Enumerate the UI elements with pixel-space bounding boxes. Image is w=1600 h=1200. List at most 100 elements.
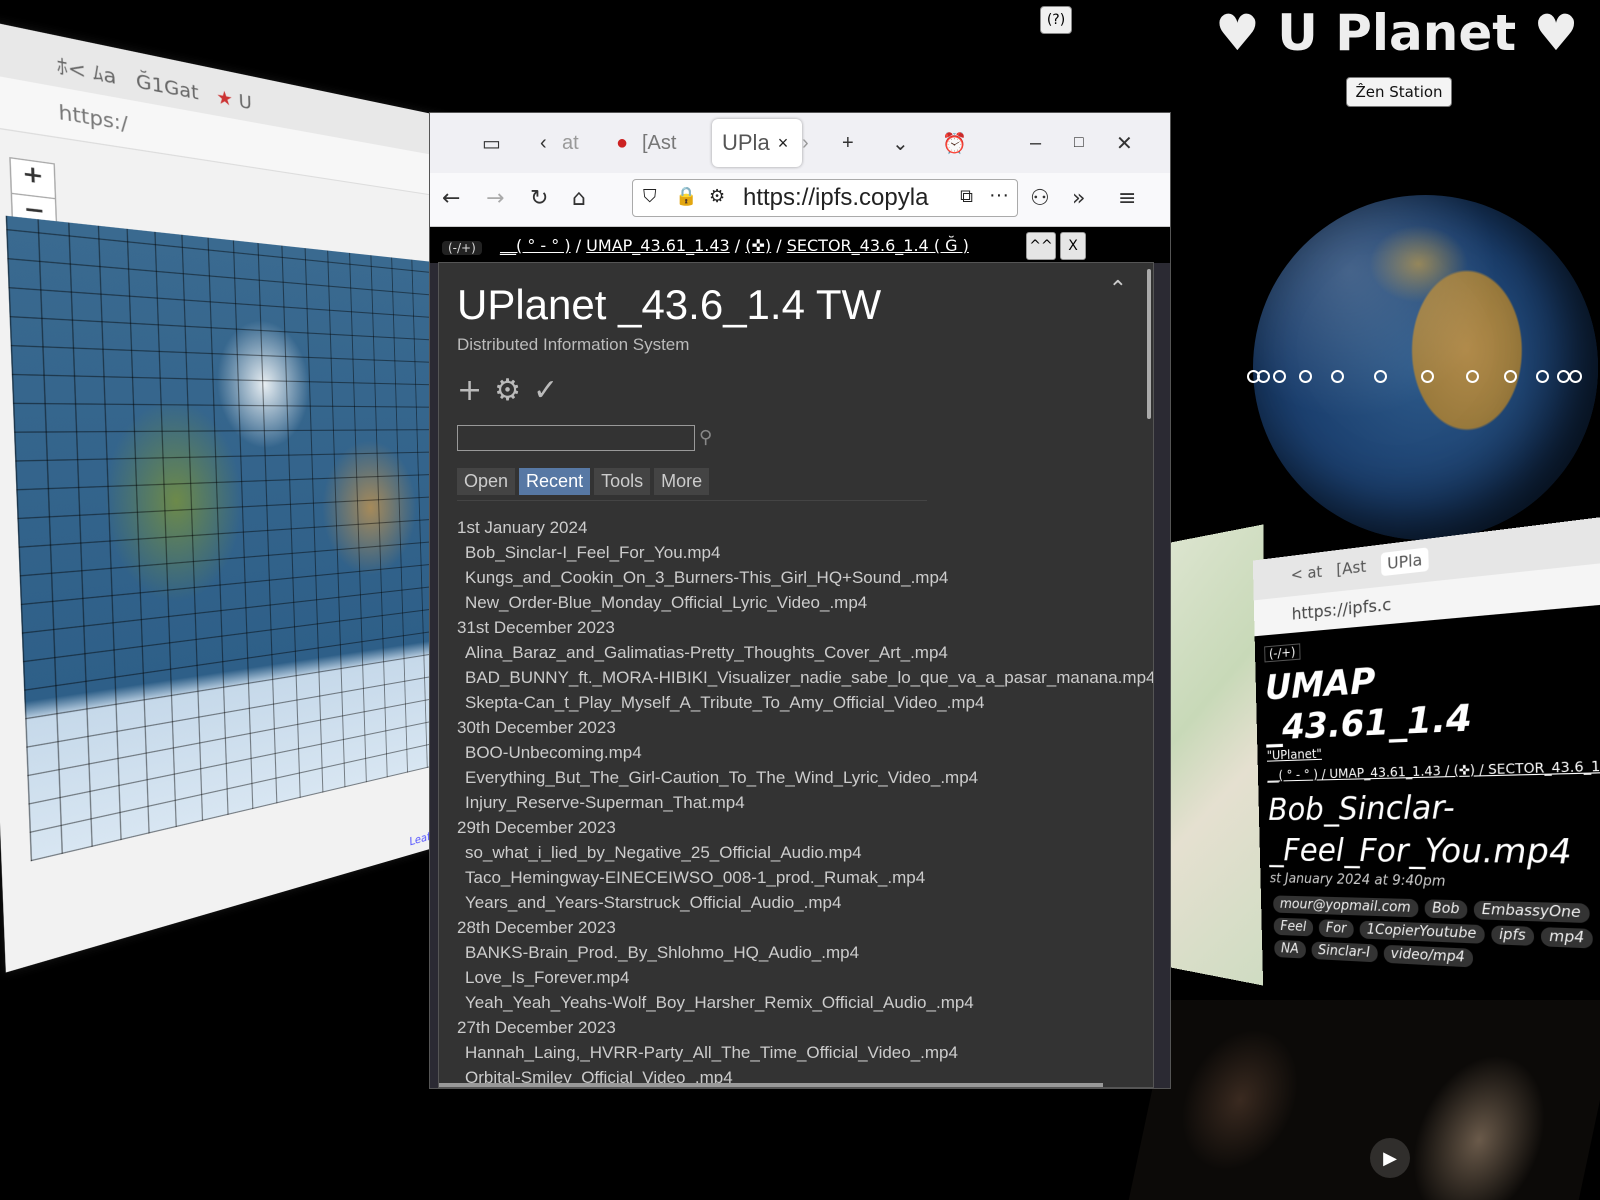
recent-date-heading: 30th December 2023 (457, 718, 616, 737)
tag-pill[interactable]: mp4 (1540, 927, 1594, 949)
recent-item-link[interactable]: Everything_But_The_Girl-Caution_To_The_W… (457, 765, 1153, 790)
play-icon[interactable]: ▶ (1370, 1138, 1410, 1178)
search-icon[interactable]: ⚲ (699, 427, 712, 448)
breadcrumb-sector[interactable]: SECTOR_43.6_1.4 ( Ğ ) (787, 236, 969, 255)
right-tab-b[interactable]: [Ast (1336, 557, 1366, 579)
permissions-icon[interactable]: ⚙ (709, 186, 725, 207)
left-tab-1[interactable]: ﾎ< ﾑa (56, 53, 116, 89)
shield-icon[interactable]: ⛉ (643, 186, 657, 207)
tab-overview-icon[interactable]: ▭ (482, 129, 501, 157)
maximize-icon[interactable]: □ (1074, 129, 1084, 157)
recent-item-link[interactable]: Injury_Reserve-Superman_That.mp4 (457, 790, 1153, 815)
new-tab-icon[interactable]: + (842, 129, 854, 157)
orbit-dot[interactable] (1569, 370, 1582, 383)
extensions-icon[interactable]: ⚇ (1030, 186, 1050, 211)
recent-item-link[interactable]: Skepta-Can_t_Play_Myself_A_Tribute_To_Am… (457, 690, 1153, 715)
video-preview[interactable] (1128, 1000, 1600, 1200)
left-tab-3[interactable]: ★ (216, 85, 239, 112)
recent-item-link[interactable]: Taco_Hemingway-EINECEIWSO_008-1_prod._Ru… (457, 865, 1153, 890)
orbit-dot[interactable] (1536, 370, 1549, 383)
close-overlay-button[interactable]: X (1060, 232, 1086, 260)
tab-ast[interactable]: [Ast (642, 129, 676, 157)
menu-icon[interactable]: ≡ (1118, 186, 1136, 211)
recent-item-link[interactable]: so_what_i_lied_by_Negative_25_Official_A… (457, 840, 1153, 865)
orbit-dot[interactable] (1331, 370, 1344, 383)
page-actions-icon[interactable]: ··· (989, 184, 1009, 207)
close-tab-icon[interactable]: × (778, 133, 789, 154)
orbit-dot[interactable] (1466, 370, 1479, 383)
tag-pill[interactable]: Bob (1424, 899, 1468, 920)
zen-station-button[interactable]: Ẑen Station (1346, 77, 1452, 107)
tab-scroll-left-icon[interactable]: ‹ (540, 129, 547, 157)
save-status-icon[interactable]: ✓ (533, 373, 558, 408)
recent-item-link[interactable]: Bob_Sinclar-I_Feel_For_You.mp4 (457, 540, 1153, 565)
tag-pill[interactable]: mour@yopmail.com (1273, 895, 1419, 918)
tab-scroll-right-icon[interactable]: › (802, 129, 809, 157)
horizontal-scrollbar[interactable] (439, 1083, 1103, 1087)
site-title: UPlanet _43.6_1.4 TW (457, 281, 882, 328)
reload-icon[interactable]: ↻ (530, 186, 548, 211)
breadcrumb-cross[interactable]: (✜) (745, 236, 771, 255)
recent-item-link[interactable]: Years_and_Years-Starstruck_Official_Audi… (457, 890, 1153, 915)
list-tabs-icon[interactable]: ⌄ (892, 129, 909, 157)
breadcrumb-umap[interactable]: UMAP_43.61_1.43 (586, 236, 730, 255)
right-tab-a[interactable]: < at (1291, 562, 1323, 584)
recent-item-link[interactable]: BANKS-Brain_Prod._By_Shlohmo_HQ_Audio_.m… (457, 940, 1153, 965)
right-window-breadcrumb[interactable]: __( ° - ° ) / UMAP_43.61_1.43 / (✜) / SE… (1267, 757, 1600, 782)
minimize-icon[interactable]: – (1030, 129, 1041, 157)
recent-item-link[interactable]: BOO-Unbecoming.mp4 (457, 740, 1153, 765)
alarm-icon[interactable]: ⏰ (942, 129, 967, 157)
recent-item-link[interactable]: Alina_Baraz_and_Galimatias-Pretty_Though… (457, 640, 1153, 665)
recent-date-heading: 1st January 2024 (457, 518, 588, 537)
sidebar-tab-open[interactable]: Open (457, 468, 516, 495)
collapse-icon[interactable]: ⌃ (1109, 277, 1127, 302)
sidebar-tab-more[interactable]: More (654, 468, 710, 495)
orbit-dot[interactable] (1504, 370, 1517, 383)
tag-pill[interactable]: ipfs (1490, 925, 1535, 946)
address-field[interactable]: ⛉ 🔒 ⚙ https://ipfs.copyla ⧉ ··· (632, 179, 1018, 217)
recent-item-link[interactable]: Kungs_and_Cookin_On_3_Burners-This_Girl_… (457, 565, 1153, 590)
orbit-dot[interactable] (1299, 370, 1312, 383)
sidebar-tab-recent[interactable]: Recent (519, 468, 591, 495)
vertical-scrollbar[interactable] (1147, 269, 1151, 419)
orbit-dot[interactable] (1421, 370, 1434, 383)
breadcrumb-home[interactable]: __( ° - ° ) (500, 236, 571, 255)
search-input[interactable] (457, 425, 695, 451)
breadcrumb-badge[interactable]: (-/+) (442, 241, 482, 255)
close-window-icon[interactable]: ✕ (1116, 129, 1133, 157)
tag-pill[interactable]: EmbassyOne (1473, 900, 1590, 924)
overflow-icon[interactable]: » (1072, 186, 1085, 211)
tab-prev[interactable]: at (562, 129, 579, 157)
lock-icon[interactable]: 🔒 (675, 186, 697, 207)
left-tab-2[interactable]: Ğ1Gat (135, 69, 198, 104)
picture-in-picture-icon[interactable]: ⧉ (960, 186, 973, 207)
tag-pill[interactable]: video/mp4 (1383, 944, 1473, 968)
tag-pill[interactable]: For (1318, 919, 1354, 939)
tag-pill[interactable]: NA (1274, 939, 1306, 959)
right-tab-c[interactable]: UPla (1380, 547, 1430, 577)
orbit-dot[interactable] (1273, 370, 1286, 383)
sidebar-tab-tools[interactable]: Tools (594, 468, 651, 495)
new-tiddler-icon[interactable]: + (457, 373, 482, 408)
control-panel-icon[interactable]: ⚙ (494, 373, 521, 408)
back-icon[interactable]: ← (442, 186, 460, 211)
right-window-badge[interactable]: (-/+) (1264, 643, 1301, 663)
help-button[interactable]: (?) (1040, 6, 1072, 34)
home-icon[interactable]: ⌂ (572, 186, 586, 211)
scroll-up-button[interactable]: ^^ (1026, 232, 1056, 260)
tag-pill[interactable]: Feel (1273, 917, 1314, 937)
recent-item-link[interactable]: BAD_BUNNY_ft._MORA-HIBIKI_Visualizer_nad… (457, 665, 1153, 690)
orbit-dot[interactable] (1374, 370, 1387, 383)
earth-globe[interactable] (1253, 195, 1598, 540)
tab-active-uplanet[interactable]: UPla × (712, 119, 802, 167)
tag-pill[interactable]: Sinclar-I (1311, 941, 1378, 963)
recent-item-link[interactable]: Hannah_Laing,_HVRR-Party_All_The_Time_Of… (457, 1040, 1153, 1065)
tag-pill[interactable]: 1CopierYoutube (1359, 920, 1485, 944)
recent-item-link[interactable]: New_Order-Blue_Monday_Official_Lyric_Vid… (457, 590, 1153, 615)
recent-item-link[interactable]: Love_Is_Forever.mp4 (457, 965, 1153, 990)
orbit-dot[interactable] (1257, 370, 1270, 383)
recent-item-link[interactable]: Yeah_Yeah_Yeahs-Wolf_Boy_Harsher_Remix_O… (457, 990, 1153, 1015)
zoom-in-button[interactable]: + (10, 158, 55, 200)
world-grid-map[interactable] (5, 215, 469, 862)
forward-icon[interactable]: → (486, 186, 504, 211)
